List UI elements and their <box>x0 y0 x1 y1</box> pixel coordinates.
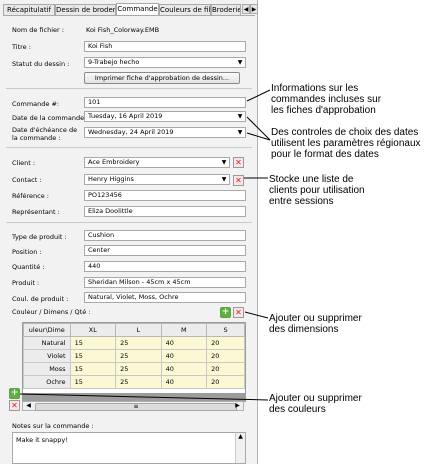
callout-text: Ajouter ou supprimer <box>269 393 362 404</box>
callout-text: Stocke une liste de <box>269 174 354 185</box>
callout-text: entre sessions <box>269 196 334 207</box>
callout-text: utilisent les paramètres régionaux <box>271 138 421 149</box>
callout-line-dimensions <box>244 311 269 319</box>
callout-text: les fiches d'approbation <box>271 105 376 116</box>
callout-client-list: Stocke une liste de clients pour utilisa… <box>269 174 365 207</box>
callout-text: Ajouter ou supprimer <box>269 313 362 324</box>
callout-text: des couleurs <box>269 404 326 415</box>
callout-order-info: Informations sur les commandes incluses … <box>271 83 381 116</box>
callout-text: commandes incluses sur <box>271 94 382 105</box>
callout-dimensions: Ajouter ou supprimer des dimensions <box>269 313 362 335</box>
callout-colors: Ajouter ou supprimer des couleurs <box>269 393 362 415</box>
callout-text: clients pour utilisation <box>269 185 365 196</box>
callout-text: Informations sur les <box>271 83 359 94</box>
callout-text: pour le format des dates <box>271 149 379 160</box>
callout-line-order-info <box>246 89 271 102</box>
callout-text: Des controles de choix des dates <box>271 127 419 138</box>
callout-leader-lines <box>19 89 271 401</box>
callout-line-colors <box>19 393 269 401</box>
callout-date-controls: Des controles de choix des dates utilise… <box>271 127 421 160</box>
callout-text: des dimensions <box>269 324 339 335</box>
